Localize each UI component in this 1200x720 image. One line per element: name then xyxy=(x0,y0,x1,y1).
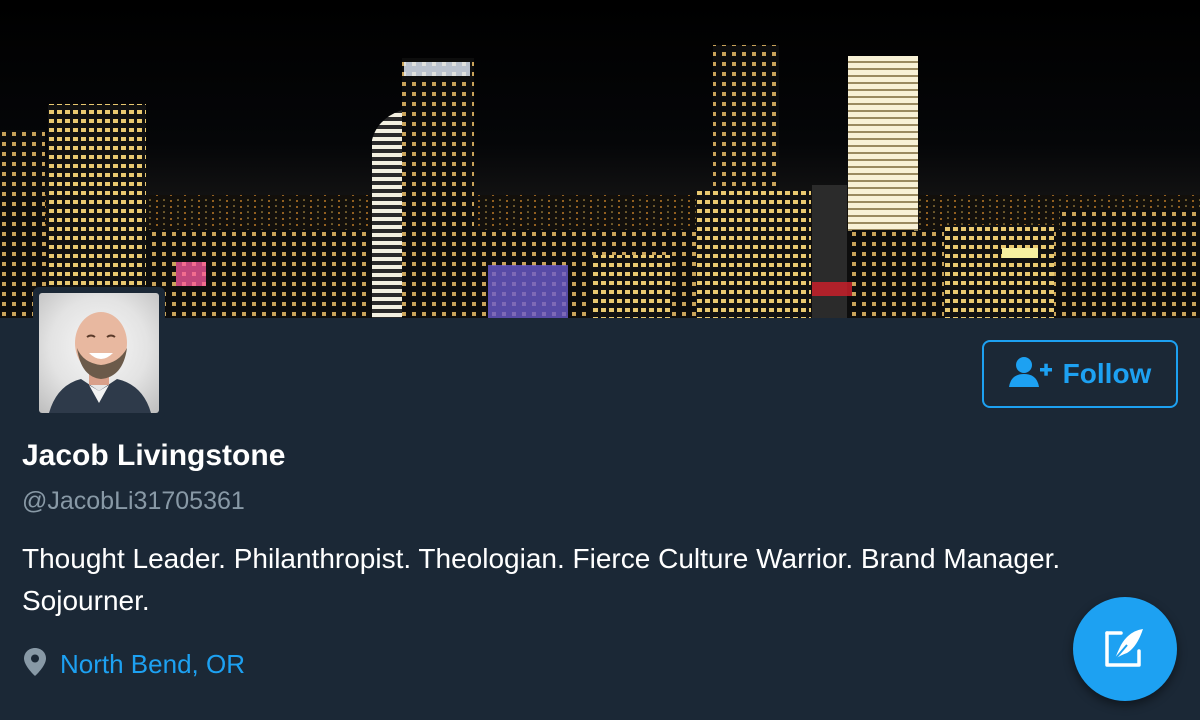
profile-location: North Bend, OR xyxy=(24,648,245,680)
compose-icon xyxy=(1103,625,1147,673)
map-pin-icon xyxy=(24,648,46,680)
location-link[interactable]: North Bend, OR xyxy=(60,649,245,680)
avatar-photo xyxy=(39,293,159,413)
follow-label: Follow xyxy=(1062,358,1152,389)
avatar[interactable] xyxy=(33,287,165,419)
follow-button[interactable]: Follow xyxy=(982,340,1178,408)
add-user-icon xyxy=(1008,355,1055,393)
header-banner xyxy=(0,0,1200,318)
user-handle: @JacobLi31705361 xyxy=(22,487,245,515)
display-name: Jacob Livingstone xyxy=(22,439,286,472)
compose-button[interactable] xyxy=(1073,597,1177,701)
profile-bio: Thought Leader. Philanthropist. Theologi… xyxy=(22,543,1061,616)
city-skyline-image xyxy=(0,45,1200,318)
